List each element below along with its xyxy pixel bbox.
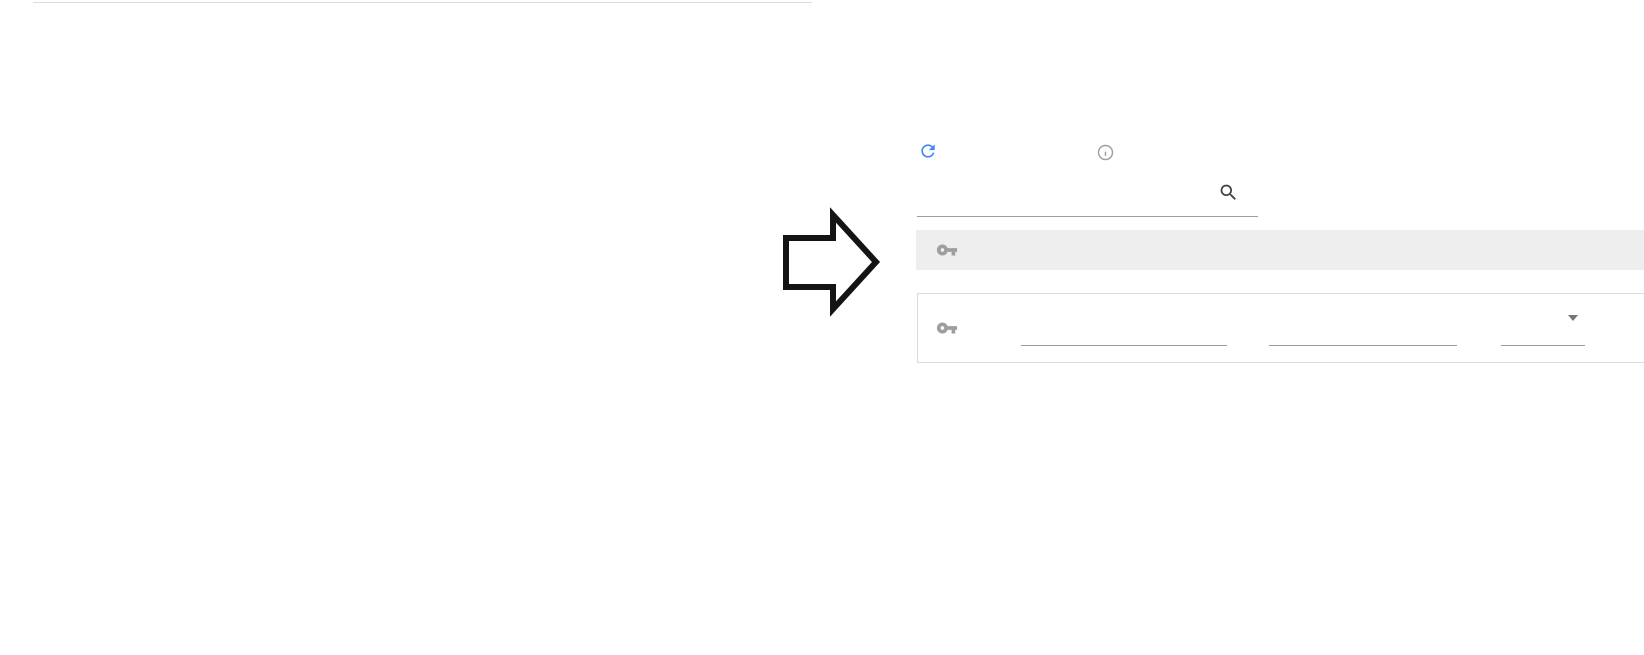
clipped-row-border xyxy=(33,2,812,3)
target-underline xyxy=(1269,345,1457,346)
key-icon xyxy=(936,317,958,339)
mapping-table-header xyxy=(916,230,1644,270)
type-dropdown-caret-icon[interactable] xyxy=(1568,315,1578,321)
search-icon xyxy=(1218,182,1239,203)
schema-mapping-screen xyxy=(0,0,1644,655)
info-icon[interactable] xyxy=(1097,144,1114,161)
source-underline xyxy=(1021,345,1227,346)
key-icon xyxy=(936,239,958,261)
refresh-icon[interactable] xyxy=(918,141,938,161)
mapping-table-row xyxy=(917,293,1644,363)
type-underline xyxy=(1501,345,1585,346)
search-underline xyxy=(917,216,1258,217)
